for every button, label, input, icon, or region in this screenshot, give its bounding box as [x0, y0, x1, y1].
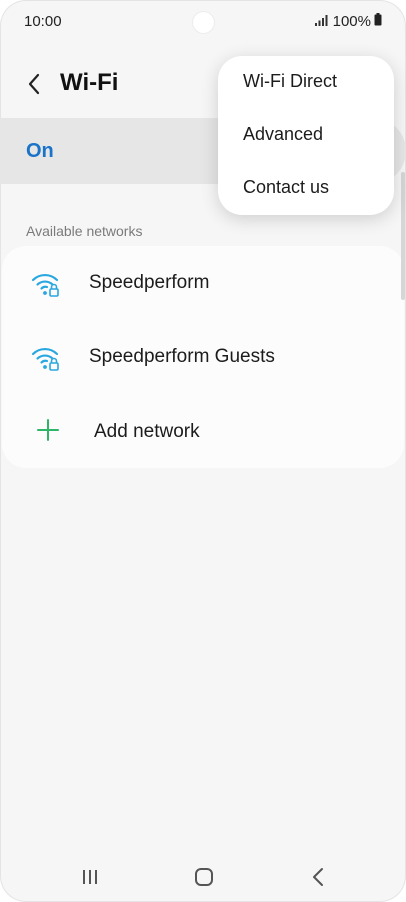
- menu-item-label: Advanced: [243, 124, 324, 144]
- page-title: Wi-Fi: [60, 69, 119, 96]
- menu-item-label: Wi-Fi Direct: [243, 71, 337, 91]
- add-network-button[interactable]: Add network: [2, 395, 404, 469]
- back-button[interactable]: [18, 68, 50, 100]
- add-network-label: Add network: [94, 421, 200, 442]
- status-indicators: 100%: [314, 13, 382, 30]
- status-bar: 10:00 100%: [0, 0, 406, 44]
- overflow-menu: Wi-Fi Direct Advanced Contact us: [218, 56, 394, 215]
- wifi-lock-icon: [30, 270, 62, 298]
- recents-icon: [83, 870, 97, 884]
- home-button[interactable]: [192, 866, 216, 888]
- back-icon: [313, 868, 323, 886]
- wifi-lock-icon: [30, 344, 62, 372]
- phone-screen: 10:00 100% Wi-Fi On Available networks S…: [0, 0, 406, 902]
- battery-icon: [374, 13, 382, 30]
- chevron-left-icon: [28, 73, 40, 95]
- system-nav-bar: [0, 850, 406, 902]
- menu-item-wifi-direct[interactable]: Wi-Fi Direct: [218, 56, 394, 109]
- network-name: Speedperform Guests: [89, 346, 275, 367]
- network-name: Speedperform: [89, 272, 210, 293]
- status-time: 10:00: [24, 13, 62, 30]
- network-list: Speedperform Speedperform Guests Add net…: [2, 246, 404, 468]
- network-item[interactable]: Speedperform Guests: [2, 320, 404, 394]
- menu-item-label: Contact us: [243, 177, 330, 197]
- wifi-state-label: On: [26, 140, 54, 162]
- signal-icon: [314, 13, 329, 30]
- network-item[interactable]: Speedperform: [2, 246, 404, 320]
- plus-icon: [35, 417, 61, 443]
- menu-item-advanced[interactable]: Advanced: [218, 109, 394, 162]
- menu-item-contact-us[interactable]: Contact us: [218, 162, 394, 215]
- battery-percentage: 100%: [332, 13, 371, 30]
- home-icon: [195, 868, 213, 886]
- camera-cutout: [193, 12, 214, 33]
- nav-back-button[interactable]: [306, 866, 330, 888]
- available-networks-header: Available networks: [26, 223, 143, 239]
- recent-apps-button[interactable]: [78, 866, 102, 888]
- scrollbar[interactable]: [401, 172, 405, 300]
